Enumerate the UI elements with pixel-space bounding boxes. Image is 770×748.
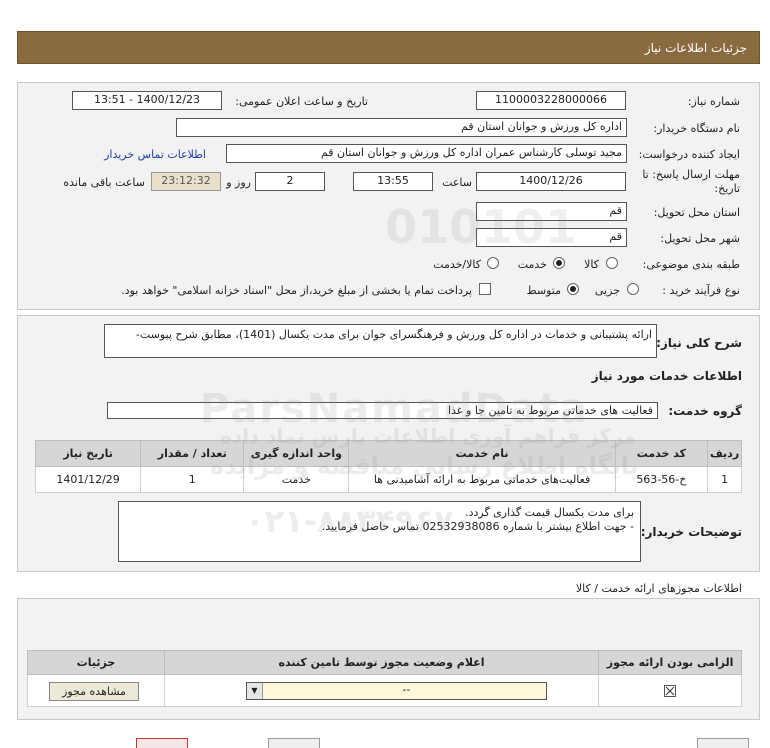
services-heading: اطلاعات خدمات مورد نیاز [591,369,742,383]
deadline-date-field: 1400/12/26 [476,172,626,191]
category-label: طبقه بندی موضوعی: [642,258,740,271]
items-table-header: ردیف کد خدمت نام خدمت واحد اندازه گیری ت… [34,440,742,467]
col-quantity: تعداد / مقدار [140,440,245,467]
province-label: استان محل تحویل: [653,206,740,219]
process-medium-label: متوسط [526,284,561,297]
process-medium-radio[interactable] [567,283,579,295]
category-service-radio[interactable] [553,257,565,269]
days-label: روز و [226,176,251,189]
time-label: ساعت [442,176,472,189]
treasury-payment-checkbox[interactable] [479,283,491,295]
col-need-date: تاریخ نیاز [34,440,142,467]
service-group-field: فعالیت های خدماتی مربوط به تامین جا و غذ… [107,402,658,419]
category-goods-service-radio[interactable] [487,257,499,269]
category-goods-label: کالا [584,258,599,271]
permits-table-header: الزامی بودن ارائه مجوز اعلام وضعیت مجوز … [27,650,742,675]
buyer-notes-field: برای مدت یکسال قیمت گذاری گردد. - جهت اط… [118,501,641,562]
remaining-time-field: 23:12:32 [151,172,221,191]
summary-label: شرح کلی نیاز: [656,336,742,350]
buyer-contact-link[interactable]: اطلاعات تماس خریدار [104,148,206,161]
process-minor-label: جزیی [594,284,620,297]
col-unit: واحد اندازه گیری [243,440,350,467]
creator-label: ایجاد کننده درخواست: [638,148,740,161]
need-number-label: شماره نیاز: [687,95,740,108]
buyer-notes-label: توضیحات خریدار: [640,525,742,539]
cell-quantity: 1 [140,466,245,493]
bottom-action-button-2[interactable] [268,738,320,748]
deadline-time-field: 13:55 [353,172,433,191]
announce-label: تاریخ و ساعت اعلان عمومی: [235,95,368,108]
remaining-label: ساعت باقی مانده [63,176,145,189]
col-service-name: نام خدمت [348,440,616,467]
cell-service-name: فعالیت‌های خدماتی مربوط به ارائه آشامیدن… [348,466,616,493]
treasury-payment-note: پرداخت تمام یا بخشی از مبلغ خرید،از محل … [121,284,472,297]
items-table: ردیف کد خدمت نام خدمت واحد اندازه گیری ت… [34,440,742,493]
category-service-label: خدمت [517,258,547,271]
page-title: جزئیات اطلاعات نیاز [644,41,747,55]
col-service-code: کد خدمت [614,440,709,467]
summary-field: ارائه پشتیبانی و خدمات در اداره کل ورزش … [104,324,657,358]
col-permit-details: جزئیات [27,650,165,675]
creator-field: مجید توسلی کارشناس عمران اداره کل ورزش و… [226,144,627,163]
need-info-panel [17,82,760,310]
category-goods-service-label: کالا/خدمت [433,258,481,271]
bottom-action-button-3[interactable] [697,738,749,748]
process-label: نوع فرآیند خرید : [662,284,740,297]
cell-permit-required [598,674,742,707]
permits-heading: اطلاعات مجوزهای ارائه خدمت / کالا [575,582,742,595]
page-header: جزئیات اطلاعات نیاز [17,31,760,64]
province-field: قم [476,202,627,221]
bottom-action-button-1[interactable] [136,738,188,748]
permit-status-value: -- [402,683,411,696]
city-field: قم [476,228,627,247]
need-number-field: 1100003228000066 [476,91,626,110]
cell-service-code: خ-56-563 [614,466,709,493]
x-mark-icon [665,686,675,696]
table-row: 1 خ-56-563 فعالیت‌های خدماتی مربوط به ار… [34,466,742,493]
deadline-label-line2: تاریخ: [714,182,740,195]
days-field: 2 [255,172,325,191]
buyer-notes-line1: برای مدت یکسال قیمت گذاری گردد. [465,506,634,519]
dropdown-arrow-icon[interactable]: ▼ [247,683,263,699]
view-permit-button[interactable]: مشاهده مجوز [49,682,139,701]
announce-field: 1400/12/23 - 13:51 [72,91,222,110]
city-label: شهر محل تحویل: [660,232,740,245]
col-permit-required: الزامی بودن ارائه مجوز [598,650,742,675]
deadline-label: مهلت ارسال پاسخ: تا تاریخ: [642,168,740,196]
process-minor-radio[interactable] [627,283,639,295]
buyer-org-label: نام دستگاه خریدار: [653,122,740,135]
deadline-label-line1: مهلت ارسال پاسخ: تا [642,168,740,181]
summary-text: ارائه پشتیبانی و خدمات در اداره کل ورزش … [135,328,652,341]
permit-status-select[interactable]: -- [246,682,547,700]
col-row: ردیف [707,440,742,467]
permit-required-checkbox [664,685,677,697]
buyer-notes-line2: - جهت اطلاع بیشتر با شماره 02532938086 ت… [321,520,634,533]
buyer-org-field: اداره کل ورزش و جوانان استان قم [176,118,627,137]
cell-unit: خدمت [243,466,350,493]
col-permit-status: اعلام وضعیت مجوز توسط تامین کننده [163,650,600,675]
cell-row: 1 [707,466,742,493]
category-goods-radio[interactable] [606,257,618,269]
service-group-label: گروه خدمت: [668,404,742,418]
cell-need-date: 1401/12/29 [34,466,142,493]
